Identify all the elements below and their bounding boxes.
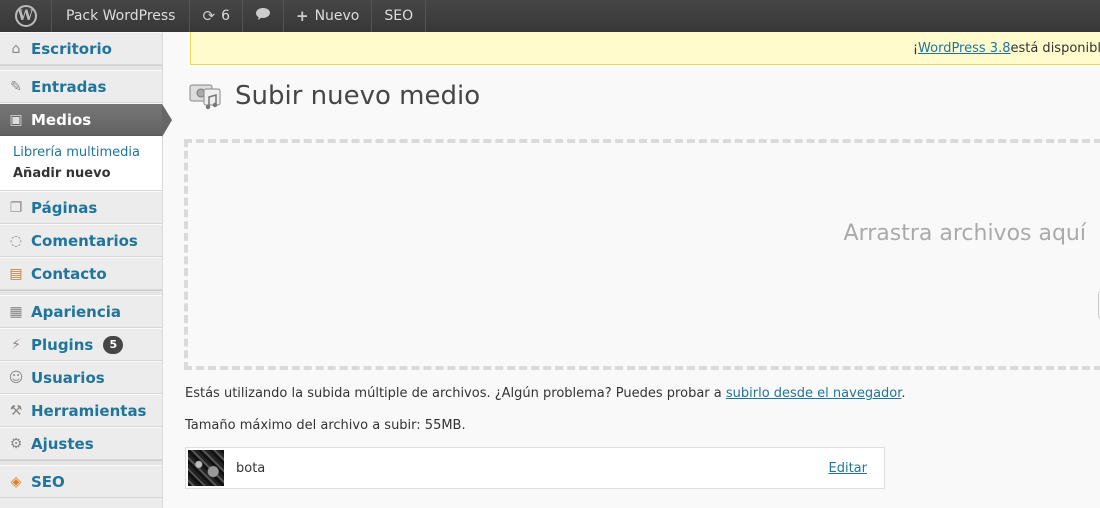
wordpress-logo-button[interactable]: W (0, 0, 52, 32)
comments-button[interactable] (243, 0, 284, 32)
sidebar-item-label: Entradas (31, 77, 107, 96)
new-content-label: Nuevo (314, 8, 360, 24)
comment-icon: ◌ (9, 232, 23, 249)
sidebar-item-label: Medios (31, 110, 92, 129)
drag-drop-area[interactable]: Arrastra archivos aquí (184, 139, 1100, 370)
notice-update-link[interactable]: WordPress 3.8 (918, 41, 1010, 56)
admin-bar: W Pack WordPress ⟳ 6 + Nuevo SEO (0, 0, 1100, 32)
sidebar-item-apariencia[interactable]: ▦ Apariencia (0, 295, 162, 328)
sidebar-item-contacto[interactable]: ▤ Contacto (0, 257, 162, 290)
sidebar-item-label: Páginas (31, 198, 98, 217)
sidebar-item-seo[interactable]: ◈ SEO (0, 465, 162, 498)
max-upload-size: Tamaño máximo del archivo a subir: 55MB. (185, 418, 466, 433)
sidebar-item-label: Escritorio (31, 39, 112, 58)
seo-icon: ◈ (10, 473, 22, 490)
tools-icon: ⚒ (9, 402, 23, 419)
media-upload-icon (187, 78, 223, 114)
sidebar-item-label: Comentarios (31, 231, 138, 250)
sidebar-item-ajustes[interactable]: ⚙ Ajustes (0, 427, 162, 460)
submenu-item-library[interactable]: Librería multimedia (0, 142, 162, 163)
sidebar-item-plugins[interactable]: ⚡ Plugins 5 (0, 328, 162, 361)
updates-count: 6 (221, 8, 230, 24)
wordpress-logo-icon: W (14, 5, 37, 27)
update-notice: ¡ WordPress 3.8 está disponible (190, 32, 1100, 65)
settings-icon: ⚙ (9, 435, 23, 452)
sidebar-item-label: Usuarios (31, 368, 105, 387)
refresh-icon: ⟳ (202, 7, 216, 25)
drop-instructions: Arrastra archivos aquí (843, 221, 1086, 246)
contact-icon: ▤ (9, 265, 23, 282)
sidebar-item-escritorio[interactable]: ⌂ Escritorio (0, 32, 162, 65)
sidebar-item-label: Apariencia (31, 302, 122, 321)
multi-upload-text: Estás utilizando la subida múltiple de a… (185, 386, 726, 401)
multi-upload-suffix: . (901, 386, 906, 401)
admin-sidebar: ⌂ Escritorio ✎ Entradas ▣ Medios Librerí… (0, 32, 172, 508)
plugins-update-badge: 5 (103, 335, 124, 354)
dashboard-icon: ⌂ (11, 40, 21, 57)
multi-upload-info: Estás utilizando la subida múltiple de a… (185, 386, 906, 401)
updates-button[interactable]: ⟳ 6 (190, 0, 243, 32)
speech-bubble-icon (255, 7, 271, 25)
plus-icon: + (295, 7, 309, 25)
seo-menu-button[interactable]: SEO (372, 0, 427, 32)
notice-suffix: está disponible (1010, 40, 1100, 56)
sidebar-item-herramientas[interactable]: ⚒ Herramientas (0, 394, 162, 427)
uploaded-media-item: bota Editar (185, 447, 885, 489)
sidebar-item-paginas[interactable]: ❐ Páginas (0, 191, 162, 224)
edit-media-link[interactable]: Editar (829, 461, 868, 476)
sidebar-item-medios[interactable]: ▣ Medios (0, 103, 172, 137)
main-content: ¡ WordPress 3.8 está disponible Subir nue… (163, 32, 1100, 508)
media-submenu: Librería multimedia Añadir nuevo (0, 136, 162, 191)
media-thumbnail (188, 450, 224, 486)
pages-icon: ❐ (9, 199, 23, 216)
sidebar-item-label: Herramientas (31, 401, 147, 420)
media-filename: bota (236, 460, 266, 476)
users-icon: ☺ (8, 369, 24, 386)
page-header: Subir nuevo medio (187, 78, 480, 114)
submenu-item-add-new[interactable]: Añadir nuevo (0, 163, 162, 184)
site-name-link[interactable]: Pack WordPress (52, 0, 191, 32)
sidebar-item-label: Contacto (31, 264, 107, 283)
appearance-icon: ▦ (9, 303, 23, 320)
page-title: Subir nuevo medio (235, 81, 481, 111)
media-icon: ▣ (9, 111, 23, 128)
sidebar-item-entradas[interactable]: ✎ Entradas (0, 70, 162, 103)
sidebar-item-label: Plugins (31, 335, 94, 354)
new-content-button[interactable]: + Nuevo (284, 0, 373, 32)
sidebar-item-comentarios[interactable]: ◌ Comentarios (0, 224, 162, 257)
pin-icon: ✎ (10, 78, 22, 95)
sidebar-item-label: Ajustes (31, 434, 94, 453)
plugin-icon: ⚡ (11, 336, 21, 353)
sidebar-item-label: SEO (31, 472, 65, 491)
browser-upload-link[interactable]: subirlo desde el navegador (726, 386, 902, 401)
sidebar-item-usuarios[interactable]: ☺ Usuarios (0, 361, 162, 394)
